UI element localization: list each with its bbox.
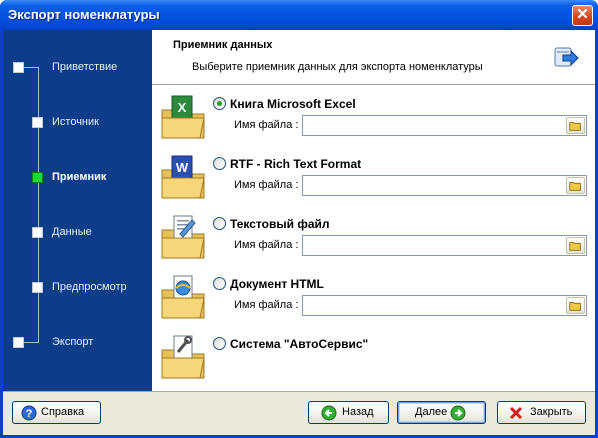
html-file-field[interactable] [302, 295, 587, 316]
option-excel: X Книга Microsoft Excel Имя файла : [152, 94, 595, 154]
file-name-label: Имя файла : [234, 239, 299, 251]
steps-connector-line [38, 67, 39, 342]
word-folder-icon: W [161, 155, 205, 199]
step-marker [13, 62, 24, 73]
option-rtf: W RTF - Rich Text Format Имя файла : [152, 154, 595, 214]
file-name-label: Имя файла : [234, 179, 299, 191]
excel-folder-icon: X [161, 95, 205, 139]
text-radio[interactable] [213, 217, 226, 230]
step-label: Экспорт [52, 336, 94, 348]
step-label: Данные [52, 226, 92, 238]
autoservice-radio[interactable] [213, 337, 226, 350]
option-text: Текстовый файл Имя файла : [152, 214, 595, 274]
excel-option-label[interactable]: Книга Microsoft Excel [230, 97, 356, 111]
close-x-icon [509, 406, 523, 420]
text-option-label[interactable]: Текстовый файл [230, 217, 330, 231]
next-button[interactable]: Далее [397, 401, 486, 424]
next-button-label: Далее [415, 406, 448, 418]
file-name-label: Имя файла : [234, 119, 299, 131]
text-file-field[interactable] [302, 235, 587, 256]
page-title: Приемник данных [173, 39, 273, 51]
browse-folder-icon[interactable] [566, 177, 585, 194]
footer-divider [3, 391, 595, 392]
excel-file-field[interactable] [302, 115, 587, 136]
back-button[interactable]: Назад [308, 401, 389, 424]
arrow-left-icon [321, 405, 337, 421]
step-marker [32, 282, 43, 293]
svg-text:W: W [176, 160, 189, 175]
option-html: Документ HTML Имя файла : [152, 274, 595, 334]
autoservice-option-label[interactable]: Система "АвтоСервис" [230, 337, 368, 351]
html-folder-icon [161, 275, 205, 319]
svg-text:X: X [178, 100, 187, 115]
browse-folder-icon[interactable] [566, 297, 585, 314]
step-label: Предпросмотр [52, 281, 127, 293]
step-marker [32, 117, 43, 128]
close-button[interactable]: Закрыть [497, 401, 586, 424]
page-header: Приемник данных Выберите приемник данных… [152, 30, 595, 85]
option-autoservice: Система "АвтоСервис" [152, 334, 595, 394]
html-radio[interactable] [213, 277, 226, 290]
rtf-radio[interactable] [213, 157, 226, 170]
window-title: Экспорт номенклатуры [8, 7, 160, 22]
dialog-client-area: Приветствие Источник Приемник Данные Пре… [3, 30, 595, 435]
rtf-file-field[interactable] [302, 175, 587, 196]
back-button-label: Назад [342, 406, 374, 418]
browse-folder-icon[interactable] [566, 117, 585, 134]
steps-connector-bottom [23, 342, 39, 343]
export-arrow-icon [554, 47, 579, 67]
close-window-button[interactable]: ✕ [572, 5, 593, 26]
steps-connector-top [23, 67, 39, 68]
main-panel: Приемник данных Выберите приемник данных… [152, 30, 595, 391]
html-option-label[interactable]: Документ HTML [230, 277, 324, 291]
step-label-current: Приемник [52, 171, 107, 183]
rtf-option-label[interactable]: RTF - Rich Text Format [230, 157, 361, 171]
wizard-steps-sidebar: Приветствие Источник Приемник Данные Пре… [3, 30, 152, 391]
help-icon: ? [21, 405, 37, 421]
file-name-label: Имя файла : [234, 299, 299, 311]
text-folder-icon [161, 215, 205, 259]
svg-text:?: ? [26, 408, 33, 420]
help-button-label: Справка [41, 406, 85, 418]
step-marker [13, 337, 24, 348]
help-button[interactable]: ? Справка [12, 401, 101, 424]
step-marker [32, 227, 43, 238]
autoservice-folder-icon [161, 335, 205, 379]
close-button-label: Закрыть [530, 406, 573, 418]
step-marker-current [32, 172, 43, 183]
excel-radio[interactable] [213, 97, 226, 110]
browse-folder-icon[interactable] [566, 237, 585, 254]
step-label: Приветствие [52, 61, 118, 73]
step-label: Источник [52, 116, 99, 128]
title-bar[interactable]: Экспорт номенклатуры ✕ [0, 0, 598, 30]
export-wizard-window: Экспорт номенклатуры ✕ Приветствие Источ… [0, 0, 598, 438]
arrow-right-icon [450, 405, 466, 421]
page-subtitle: Выберите приемник данных для экспорта но… [192, 61, 483, 73]
